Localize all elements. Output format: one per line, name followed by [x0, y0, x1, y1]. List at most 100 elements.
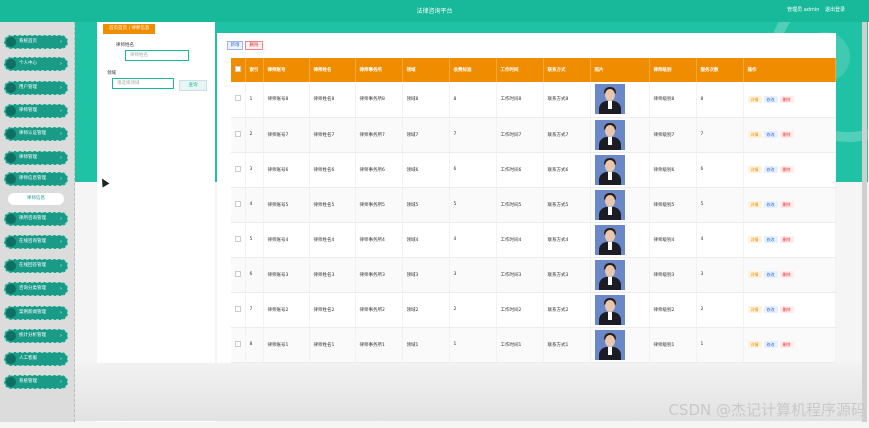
row-select-cell [231, 257, 246, 293]
edit-button[interactable]: 修改 [763, 166, 778, 173]
sidebar-item-3[interactable]: 用户管理 › [4, 81, 68, 95]
cell-idx: 3 [245, 152, 264, 188]
sidebar-item-12[interactable]: 案例新闻管理 › [4, 306, 68, 320]
delete-button[interactable]: 删除 [245, 41, 263, 50]
cell-count: 4 [696, 222, 744, 258]
logout-link[interactable]: 退出登录 [825, 7, 845, 13]
edit-button[interactable]: 修改 [763, 95, 778, 103]
row-checkbox[interactable] [235, 340, 241, 347]
row-checkbox[interactable] [235, 165, 241, 172]
sidebar-item-1[interactable]: 系统首页 › [4, 35, 68, 49]
cell-field: 领域4 [402, 222, 450, 258]
current-user: 管理员 admin [787, 7, 820, 13]
select-all-checkbox[interactable] [235, 66, 241, 72]
cell-time: 工作时间2 [496, 292, 544, 328]
column-header: 操作 [743, 58, 836, 82]
detail-button[interactable]: 详情 [747, 271, 762, 278]
menu-dot-icon [6, 174, 16, 184]
sidebar-item-label: 律师管理 [19, 108, 37, 113]
row-delete-button[interactable]: 删除 [779, 236, 794, 243]
cell-firm: 律师事务所4 [355, 222, 403, 258]
cell-photo [590, 222, 650, 258]
cell-contact: 联系方式7 [543, 117, 591, 153]
sidebar-item-10[interactable]: 在线回答管理 › [4, 259, 68, 273]
sidebar-item-11[interactable]: 咨询分类管理 › [4, 282, 68, 296]
row-delete-button[interactable]: 删除 [779, 271, 794, 278]
menu-dot-icon [6, 308, 16, 318]
watermark: CSDN @杰记计算机程序源码 [668, 401, 866, 419]
search-button[interactable]: 查询 [179, 80, 207, 91]
add-button[interactable]: 新增 [227, 41, 243, 50]
row-checkbox[interactable] [235, 270, 241, 277]
chevron-right-icon: › [60, 176, 62, 182]
submenu-lawyer-info[interactable]: 律师信息 [8, 193, 64, 205]
sidebar-item-7[interactable]: 律师信息管理 › [4, 172, 68, 186]
lawyer-name-input[interactable]: 律师姓名 [125, 50, 189, 61]
cell-fee: 5 [449, 187, 497, 223]
sidebar-item-8[interactable]: 律所咨询管理 › [4, 212, 68, 226]
cell-time: 工作时间3 [496, 257, 544, 293]
sidebar-item-label: 系统管理 [19, 379, 37, 384]
cell-account: 律师账号1 [263, 327, 310, 363]
cell-name: 律师姓名8 [309, 82, 356, 118]
sidebar-item-4[interactable]: 律师管理 › [4, 104, 68, 118]
row-select-cell [231, 82, 246, 118]
sidebar-item-2[interactable]: 个人中心 › [4, 57, 68, 71]
chevron-right-icon: › [60, 263, 62, 269]
cell-field: 领域5 [402, 187, 450, 223]
cell-name: 律师姓名4 [309, 222, 356, 258]
detail-button[interactable]: 详情 [747, 95, 762, 103]
row-checkbox[interactable] [235, 95, 241, 102]
sidebar-item-6[interactable]: 律师管理 › [4, 151, 68, 165]
menu-dot-icon [6, 129, 16, 139]
sidebar-item-13[interactable]: 统计分析管理 › [4, 329, 68, 343]
edit-button[interactable]: 修改 [763, 271, 778, 278]
cell-actions: 详情 修改 删除 [743, 327, 836, 363]
edit-button[interactable]: 修改 [763, 341, 778, 348]
row-delete-button[interactable]: 删除 [779, 201, 794, 208]
row-checkbox[interactable] [235, 235, 241, 242]
edit-button[interactable]: 修改 [763, 201, 778, 208]
breadcrumb-home[interactable]: 首页首页 [109, 26, 127, 31]
edit-button[interactable]: 修改 [763, 131, 778, 138]
cell-photo [590, 257, 650, 293]
lawyer-photo [594, 224, 625, 255]
cell-count: 7 [696, 117, 744, 153]
detail-button[interactable]: 详情 [747, 131, 762, 138]
sidebar-item-14[interactable]: 人工客服 › [4, 352, 68, 366]
chevron-right-icon: › [60, 379, 62, 385]
row-delete-button[interactable]: 删除 [779, 306, 794, 313]
row-checkbox[interactable] [235, 200, 241, 207]
field-select[interactable]: 请选择领域 [112, 78, 174, 89]
edit-button[interactable]: 修改 [763, 306, 778, 313]
row-delete-button[interactable]: 删除 [779, 166, 794, 173]
menu-dot-icon [6, 153, 16, 163]
cell-firm: 律师事务所3 [355, 257, 403, 293]
chevron-right-icon: › [60, 85, 62, 91]
row-delete-button[interactable]: 删除 [779, 131, 794, 138]
detail-button[interactable]: 详情 [747, 166, 762, 173]
sidebar-item-label: 律师认证管理 [19, 131, 46, 136]
cell-time: 工作时间4 [496, 222, 544, 258]
row-select-cell [231, 187, 246, 223]
row-delete-button[interactable]: 删除 [779, 341, 794, 348]
menu-dot-icon [6, 237, 16, 247]
sidebar-item-5[interactable]: 律师认证管理 › [4, 127, 68, 141]
detail-button[interactable]: 详情 [747, 341, 762, 348]
detail-button[interactable]: 详情 [747, 306, 762, 313]
cell-field: 领域1 [402, 327, 450, 363]
detail-button[interactable]: 详情 [747, 201, 762, 208]
row-checkbox[interactable] [235, 130, 241, 137]
column-header: 服务次数 [696, 58, 744, 82]
row-delete-button[interactable]: 删除 [779, 95, 794, 103]
cell-name: 律师姓名3 [309, 257, 356, 293]
sidebar-item-9[interactable]: 在线咨询管理 › [4, 235, 68, 249]
edit-button[interactable]: 修改 [763, 236, 778, 243]
column-header: 律师账号 [263, 58, 310, 82]
sidebar-item-label: 律师管理 [19, 155, 37, 160]
vertical-scrollbar[interactable] [862, 22, 867, 422]
detail-button[interactable]: 详情 [747, 236, 762, 243]
sidebar-item-label: 人工客服 [19, 356, 37, 361]
sidebar-item-15[interactable]: 系统管理 › [4, 375, 68, 389]
row-checkbox[interactable] [235, 305, 241, 312]
